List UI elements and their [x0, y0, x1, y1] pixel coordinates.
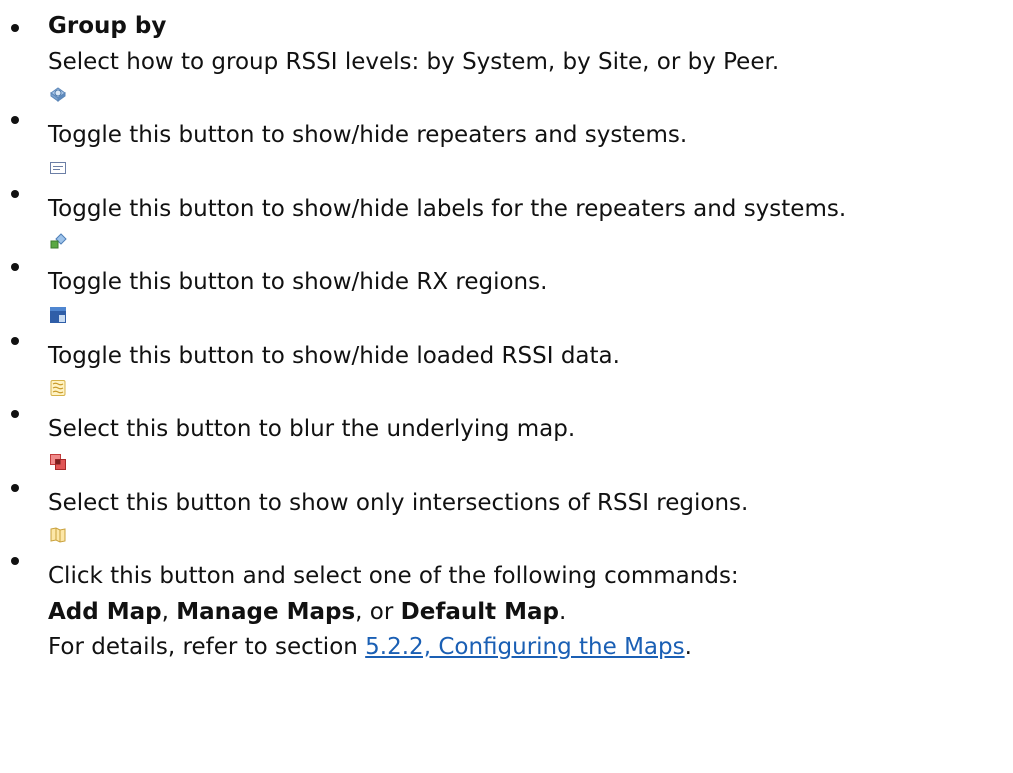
- rssi-data-icon[interactable]: [48, 305, 68, 325]
- default-map-command: Default Map: [400, 598, 559, 625]
- bullet: [11, 410, 19, 418]
- maps-description-line1: Click this button and select one of the …: [48, 563, 739, 589]
- label-icon[interactable]: [48, 158, 68, 178]
- bullet: [11, 557, 19, 565]
- rx-regions-description: Toggle this button to show/hide RX regio…: [48, 269, 548, 295]
- rx-region-icon[interactable]: [48, 231, 68, 251]
- list-item-rx-regions: Toggle this button to show/hide RX regio…: [0, 227, 1013, 301]
- list-item-intersections: Select this button to show only intersec…: [0, 448, 1013, 522]
- maps-reference-line: For details, refer to section 5.2.2, Con…: [48, 630, 1013, 666]
- intersection-icon[interactable]: [48, 452, 68, 472]
- bullet: [11, 483, 19, 492]
- bullet: [11, 116, 19, 124]
- toolbar-buttons-list: Group by Select how to group RSSI levels…: [0, 9, 1013, 666]
- configuring-maps-link[interactable]: 5.2.2, Configuring the Maps: [365, 634, 684, 660]
- list-item-labels: Toggle this button to show/hide labels f…: [0, 154, 1013, 228]
- period: .: [559, 598, 567, 625]
- blur-map-icon[interactable]: [48, 378, 68, 398]
- repeaters-description: Toggle this button to show/hide repeater…: [48, 122, 688, 148]
- separator: ,: [161, 598, 177, 625]
- manage-maps-command: Manage Maps: [176, 598, 356, 625]
- bullet: [11, 263, 19, 271]
- group-by-title: Group by: [48, 13, 167, 39]
- list-item-repeaters: Toggle this button to show/hide repeater…: [0, 80, 1013, 154]
- separator: , or: [355, 598, 401, 625]
- bullet: [11, 189, 19, 198]
- map-icon[interactable]: [48, 525, 68, 545]
- blur-map-description: Select this button to blur the underlyin…: [48, 416, 576, 442]
- bullet: [11, 336, 19, 345]
- group-by-description: Select how to group RSSI levels: by Syst…: [48, 48, 780, 75]
- maps-commands-line: Add Map, Manage Maps, or Default Map.: [48, 595, 1013, 631]
- reference-prefix: For details, refer to section: [48, 634, 366, 660]
- reference-suffix: .: [684, 634, 692, 660]
- repeater-system-icon[interactable]: [48, 84, 68, 104]
- list-item-blur-map: Select this button to blur the underlyin…: [0, 374, 1013, 448]
- add-map-command: Add Map: [48, 598, 162, 625]
- list-item-maps: Click this button and select one of the …: [0, 521, 1013, 666]
- list-item-group-by: Group by Select how to group RSSI levels…: [0, 9, 1013, 80]
- list-item-rssi-data: Toggle this button to show/hide loaded R…: [0, 301, 1013, 375]
- bullet: [11, 24, 19, 32]
- rssi-data-description: Toggle this button to show/hide loaded R…: [48, 342, 620, 369]
- intersections-description: Select this button to show only intersec…: [48, 489, 749, 516]
- labels-description: Toggle this button to show/hide labels f…: [48, 195, 847, 222]
